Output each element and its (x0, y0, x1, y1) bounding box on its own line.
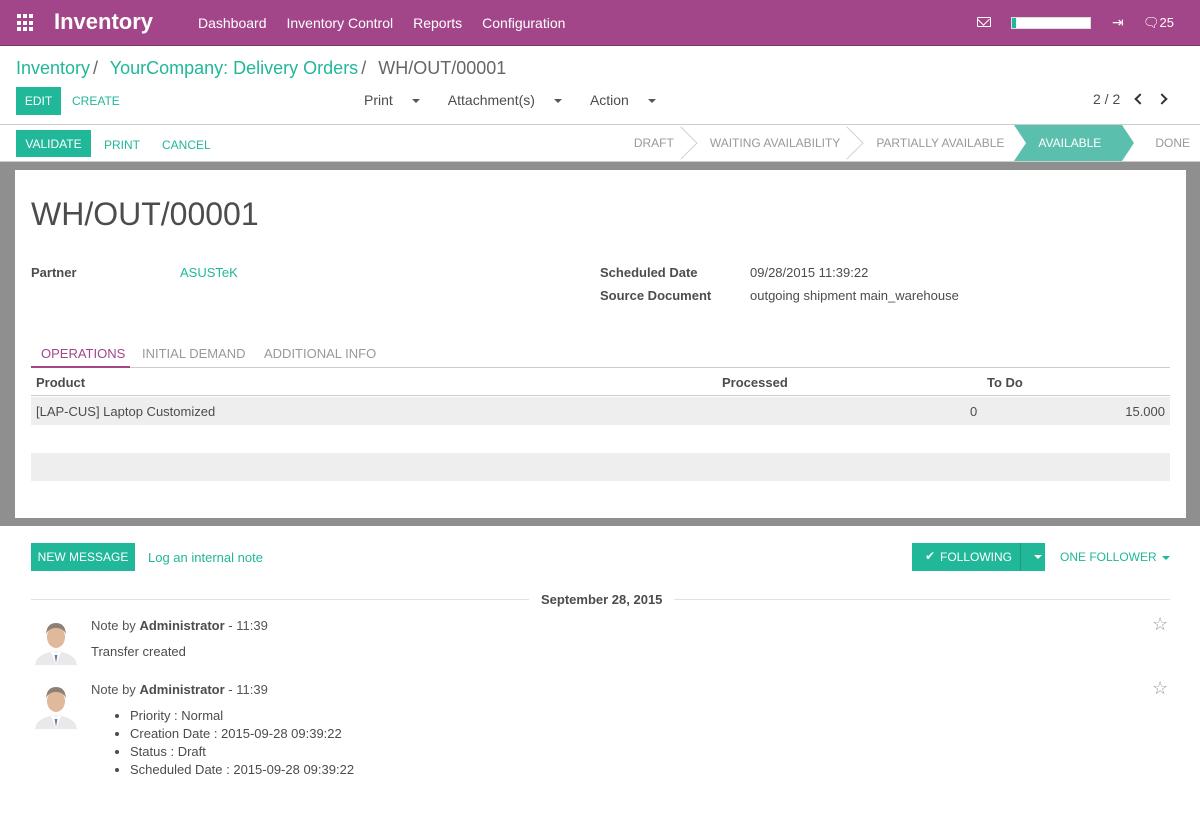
message-author[interactable]: Administrator (139, 618, 224, 633)
chat-counter[interactable]: 🗨25 (1143, 15, 1174, 31)
message-body: Transfer created (91, 644, 186, 659)
list-item: Creation Date : 2015-09-28 09:39:22 (130, 725, 354, 743)
caret-down-icon (647, 99, 656, 104)
print-dropdown-label: Print (364, 92, 393, 108)
message-author[interactable]: Administrator (139, 682, 224, 697)
avatar[interactable] (31, 615, 81, 665)
star-icon[interactable]: ☆ (1152, 678, 1168, 699)
edit-button[interactable]: EDIT (16, 87, 61, 115)
form-tabs: OPERATIONS INITIAL DEMAND ADDITIONAL INF… (31, 338, 1170, 368)
stage-label: PARTIALLY AVAILABLE (876, 136, 1005, 150)
menu-configuration[interactable]: Configuration (482, 15, 565, 31)
print-dropdown[interactable]: Print (364, 92, 434, 108)
menu-reports[interactable]: Reports (413, 15, 462, 31)
cell-product: [LAP-CUS] Laptop Customized (36, 404, 216, 419)
column-product[interactable]: Product (36, 375, 85, 390)
partner-label: Partner (31, 265, 77, 280)
tab-additional-info[interactable]: ADDITIONAL INFO (264, 346, 376, 361)
date-separator-label: September 28, 2015 (529, 592, 675, 607)
form-sheet: WH/OUT/00001 Partner ASUSTeK Scheduled D… (15, 170, 1186, 518)
chat-count: 25 (1159, 15, 1174, 30)
star-icon[interactable]: ☆ (1152, 614, 1168, 635)
action-dropdown[interactable]: Action (590, 92, 670, 108)
action-dropdowns: Print Attachment(s) Action (364, 92, 684, 108)
caret-down-icon (553, 99, 562, 104)
caret-down-icon (1161, 555, 1170, 560)
tracking-values-list: Priority : Normal Creation Date : 2015-0… (112, 707, 354, 779)
log-note-link[interactable]: Log an internal note (148, 550, 263, 565)
validate-button[interactable]: VALIDATE (16, 130, 91, 157)
button-divider (1020, 543, 1021, 571)
message-prefix: Note by (91, 618, 136, 633)
list-item: Priority : Normal (130, 707, 354, 725)
action-dropdown-label: Action (589, 92, 629, 108)
stage-available[interactable]: AVAILABLE (1014, 125, 1135, 161)
caret-down-icon (411, 99, 420, 104)
table-row[interactable]: [LAP-CUS] Laptop Customized 0 15.000 (31, 397, 1170, 425)
stage-label: AVAILABLE (1038, 136, 1102, 150)
partner-value[interactable]: ASUSTeK (180, 265, 238, 280)
operations-table-header: Product Processed To Do (31, 368, 1170, 396)
pager-previous-icon[interactable] (1134, 93, 1146, 105)
avatar[interactable] (31, 679, 81, 729)
breadcrumb-separator: / (361, 58, 367, 78)
followers-dropdown[interactable]: ONE FOLLOWER (1060, 550, 1170, 564)
pager-next-icon[interactable] (1156, 93, 1168, 105)
following-label: FOLLOWING (940, 550, 1013, 564)
menu-dashboard[interactable]: Dashboard (198, 15, 267, 31)
scheduled-date-label: Scheduled Date (600, 265, 698, 280)
breadcrumb-inventory[interactable]: Inventory (16, 58, 90, 78)
check-icon: ✔ (925, 549, 936, 563)
list-item: Status : Draft (130, 743, 354, 761)
stage-draft[interactable]: DRAFT (622, 125, 698, 161)
followers-label: ONE FOLLOWER (1060, 550, 1157, 564)
app-brand: Inventory (54, 9, 154, 34)
column-processed[interactable]: Processed (722, 375, 788, 390)
status-bar: VALIDATE PRINT CANCEL DRAFT WAITING AVAI… (0, 124, 1200, 162)
attachments-dropdown-label: Attachment(s) (447, 92, 535, 108)
mail-icon[interactable] (977, 17, 991, 27)
document-title: WH/OUT/00001 (31, 196, 259, 232)
source-document-label: Source Document (600, 288, 712, 303)
stage-partially-available[interactable]: PARTIALLY AVAILABLE (852, 125, 1014, 161)
stage-label: WAITING AVAILABILITY (709, 136, 841, 150)
logout-icon[interactable]: ⇥ (1112, 14, 1124, 31)
stage-label: DONE (1155, 136, 1190, 150)
message-time: - 11:39 (228, 618, 268, 633)
tab-initial-demand[interactable]: INITIAL DEMAND (142, 346, 246, 361)
caret-down-icon[interactable] (1034, 555, 1042, 559)
stage-pipeline: DRAFT WAITING AVAILABILITY PARTIALLY AVA… (622, 125, 1200, 161)
column-to-do[interactable]: To Do (987, 375, 1023, 390)
cell-to-do: 15.000 (1125, 404, 1165, 419)
following-button[interactable]: ✔ FOLLOWING (912, 543, 1045, 571)
message-time: - 11:39 (228, 682, 268, 697)
top-navbar: Inventory Dashboard Inventory Control Re… (0, 0, 1200, 46)
breadcrumb-delivery-orders[interactable]: YourCompany: Delivery Orders (110, 58, 358, 78)
breadcrumb-separator: / (93, 58, 99, 78)
message-header: Note by Administrator - 11:39 (91, 618, 268, 633)
message-header: Note by Administrator - 11:39 (91, 682, 268, 697)
breadcrumb-current: WH/OUT/00001 (378, 58, 507, 78)
source-document-value: outgoing shipment main_warehouse (750, 288, 959, 303)
scheduled-date-value: 09/28/2015 11:39:22 (750, 265, 869, 280)
list-item: Scheduled Date : 2015-09-28 09:39:22 (130, 761, 354, 779)
new-message-button[interactable]: NEW MESSAGE (31, 543, 135, 571)
menu-inventory-control[interactable]: Inventory Control (287, 15, 394, 31)
stage-waiting-availability[interactable]: WAITING AVAILABILITY (686, 125, 864, 161)
cancel-button[interactable]: CANCEL (162, 138, 211, 152)
chat-icon: 🗨 (1143, 15, 1160, 30)
print-button[interactable]: PRINT (104, 138, 140, 152)
attachments-dropdown[interactable]: Attachment(s) (448, 92, 576, 108)
message-prefix: Note by (91, 682, 136, 697)
main-menu: Dashboard Inventory Control Reports Conf… (198, 15, 585, 31)
cell-processed: 0 (970, 404, 978, 419)
tab-operations[interactable]: OPERATIONS (41, 346, 125, 361)
create-button[interactable]: CREATE (72, 94, 120, 108)
table-footer-row (31, 453, 1170, 481)
pager-value: 2 / 2 (1093, 91, 1121, 107)
apps-grid-icon[interactable] (17, 14, 35, 32)
breadcrumb: Inventory / YourCompany: Delivery Orders /… (16, 58, 506, 79)
progress-bar[interactable] (1011, 17, 1091, 29)
